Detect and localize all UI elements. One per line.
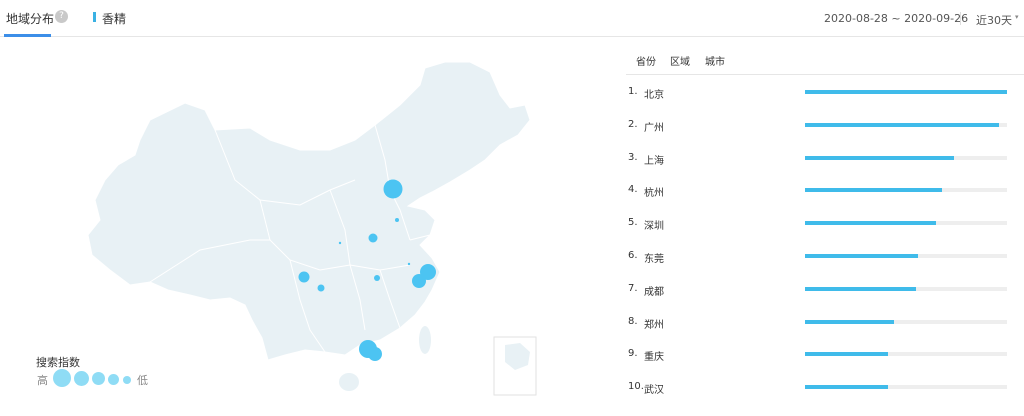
chevron-down-icon[interactable]: ▾ bbox=[1015, 13, 1019, 21]
rank-number: 2. bbox=[628, 118, 638, 130]
rank-bar-track bbox=[805, 319, 1007, 324]
rank-bar-track bbox=[805, 352, 1007, 357]
hainan-island bbox=[339, 373, 359, 391]
rank-bar-fill bbox=[805, 352, 888, 357]
rank-city-name: 郑州 bbox=[644, 319, 664, 331]
legend-dot-5 bbox=[123, 376, 131, 384]
bubble-beijing bbox=[383, 179, 403, 199]
tab-city[interactable]: 城市 bbox=[705, 53, 725, 68]
rank-city-name: 成都 bbox=[644, 286, 664, 298]
rank-city-name: 北京 bbox=[644, 90, 664, 101]
rank-city-name: 杭州 bbox=[644, 188, 664, 200]
rank-bar-track bbox=[805, 90, 1007, 94]
legend-title: 搜索指数 bbox=[36, 356, 80, 369]
rank-bar-track bbox=[805, 254, 1007, 258]
ranking-row: 8. 郑州 bbox=[626, 306, 1024, 338]
bubble-tianjin bbox=[395, 218, 399, 222]
rank-number: 10. bbox=[628, 381, 644, 393]
rank-bar-track bbox=[805, 286, 1007, 291]
rank-bar-fill bbox=[805, 286, 917, 291]
bubble-hangzhou bbox=[412, 274, 426, 288]
rank-bar-track bbox=[805, 155, 1007, 160]
rank-bar-fill bbox=[805, 122, 999, 127]
rank-bar-track bbox=[805, 385, 1007, 390]
legend-high-label: 高 bbox=[37, 374, 48, 387]
rank-bar-track bbox=[805, 122, 1007, 127]
ranking-row: 5. 深圳 bbox=[626, 207, 1024, 239]
rank-number: 5. bbox=[628, 217, 638, 229]
divider bbox=[960, 12, 961, 25]
rank-number: 7. bbox=[628, 282, 638, 294]
rank-city-name: 上海 bbox=[644, 155, 664, 167]
legend-dot-1 bbox=[53, 369, 71, 387]
rank-bar-fill bbox=[805, 90, 1007, 94]
help-icon[interactable]: ? bbox=[55, 10, 68, 23]
date-range[interactable]: 2020-08-28 ~ 2020-09-26 bbox=[824, 12, 968, 25]
ranking-row: 9. 重庆 bbox=[626, 338, 1024, 370]
mainland-shape bbox=[87, 61, 531, 361]
rank-number: 6. bbox=[628, 250, 638, 261]
region-subtabs: 省份 区域 城市 bbox=[626, 38, 1024, 75]
rank-bar-fill bbox=[805, 319, 894, 324]
legend-dot-2 bbox=[74, 371, 89, 386]
bubble-xian bbox=[338, 241, 342, 245]
rank-number: 8. bbox=[628, 315, 638, 327]
bubble-shenzhen bbox=[368, 347, 382, 361]
rank-bar-fill bbox=[805, 188, 943, 193]
ranking-row: 10. 武汉 bbox=[626, 371, 1024, 403]
bubble-chongqing bbox=[317, 284, 325, 292]
rank-number: 3. bbox=[628, 151, 638, 163]
taiwan-island bbox=[419, 326, 431, 354]
ranking-row: 3. 上海 bbox=[626, 142, 1024, 174]
bubble-wuhan bbox=[374, 275, 380, 281]
ranking-row: 6. 东莞 bbox=[626, 240, 1024, 272]
ranking-row: 7. 成都 bbox=[626, 273, 1024, 305]
keyword-color-marker bbox=[93, 12, 96, 22]
ranking-row: 1. 北京 bbox=[626, 76, 1024, 108]
ranking-row: 2. 广州 bbox=[626, 109, 1024, 141]
active-tab-indicator bbox=[4, 34, 51, 37]
rank-number: 1. bbox=[628, 86, 638, 97]
rank-bar-fill bbox=[805, 221, 937, 226]
legend-dot-4 bbox=[108, 374, 119, 385]
tab-region[interactable]: 区域 bbox=[670, 53, 690, 68]
top-bar: 地域分布 ? 香精 2020-08-28 ~ 2020-09-26 近30天 ▾ bbox=[0, 0, 1024, 37]
rank-city-name: 深圳 bbox=[644, 221, 664, 233]
ranking-row: 4. 杭州 bbox=[626, 174, 1024, 206]
bubble-chengdu bbox=[298, 271, 310, 283]
rank-number: 9. bbox=[628, 348, 638, 360]
rank-bar-fill bbox=[805, 385, 888, 390]
rank-number: 4. bbox=[628, 184, 638, 196]
bubble-zhengzhou bbox=[368, 233, 378, 243]
tab-region-distribution[interactable]: 地域分布 bbox=[6, 10, 54, 27]
keyword-label: 香精 bbox=[102, 12, 127, 26]
rank-bar-fill bbox=[805, 155, 955, 160]
rank-city-name: 武汉 bbox=[644, 385, 664, 397]
map-svg bbox=[87, 61, 537, 396]
tab-province[interactable]: 省份 bbox=[636, 53, 656, 68]
rank-city-name: 广州 bbox=[644, 122, 664, 134]
legend-dot-3 bbox=[92, 372, 105, 385]
rank-city-name: 东莞 bbox=[644, 254, 664, 265]
rank-bar-fill bbox=[805, 254, 919, 258]
rank-city-name: 重庆 bbox=[644, 352, 664, 364]
legend-low-label: 低 bbox=[137, 374, 148, 387]
bubble-nanjing bbox=[407, 262, 411, 266]
period-select[interactable]: 近30天 bbox=[976, 12, 1012, 28]
rank-bar-track bbox=[805, 221, 1007, 226]
rank-bar-track bbox=[805, 188, 1007, 193]
china-map: 搜索指数 高 低 bbox=[0, 38, 600, 412]
